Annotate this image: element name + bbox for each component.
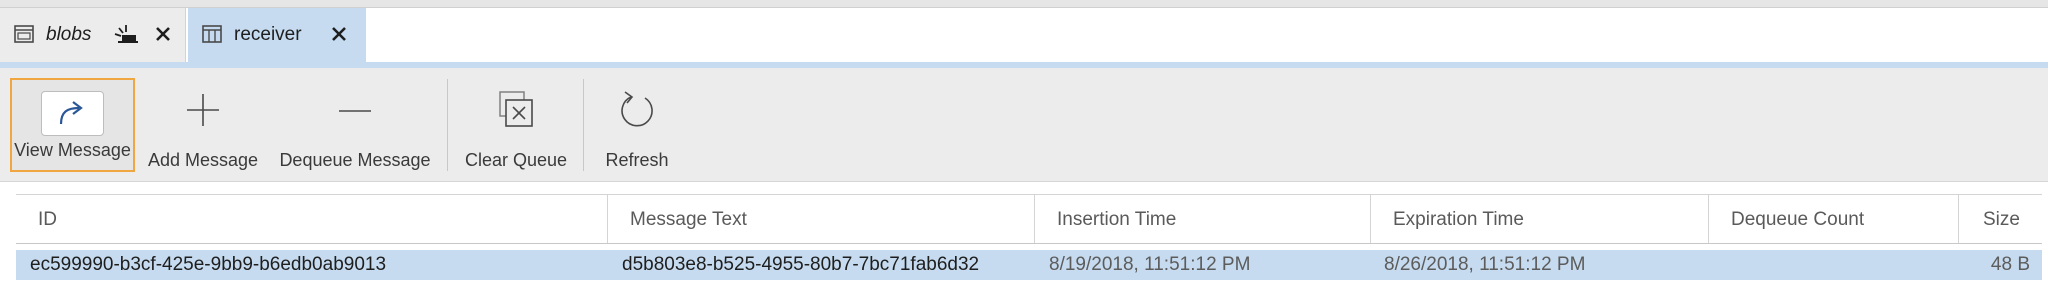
column-header-expiration-time[interactable]: Expiration Time: [1371, 195, 1709, 243]
tab-receiver[interactable]: receiver: [188, 8, 366, 63]
refresh-icon: [621, 91, 653, 127]
column-header-insertion-time[interactable]: Insertion Time: [1035, 195, 1371, 243]
tab-strip: blobs receiver: [0, 8, 2048, 63]
cell-size: 48 B: [1990, 254, 2030, 275]
minus-icon: [339, 110, 371, 112]
toolbar-separator: [583, 79, 584, 171]
redirect-arrow-icon: [59, 101, 83, 125]
refresh-button[interactable]: Refresh: [596, 78, 678, 172]
column-header-id[interactable]: ID: [16, 195, 608, 243]
table-icon: [202, 25, 222, 43]
add-message-label: Add Message: [147, 150, 259, 170]
column-header-dequeue-count[interactable]: Dequeue Count: [1709, 195, 1959, 243]
toolbar: View Message Add Message Dequeue Message…: [0, 68, 2048, 182]
view-message-label: View Message: [14, 140, 131, 160]
clear-queue-icon: [499, 91, 533, 127]
view-message-button[interactable]: View Message: [10, 78, 135, 172]
plus-icon: [187, 94, 219, 126]
column-header-message-text[interactable]: Message Text: [608, 195, 1035, 243]
dequeue-message-label: Dequeue Message: [279, 150, 431, 170]
table-row[interactable]: ec599990-b3cf-425e-9bb9-b6edb0ab9013 d5b…: [16, 250, 2042, 280]
close-icon[interactable]: [329, 24, 349, 44]
messages-table: ID Message Text Insertion Time Expiratio…: [16, 194, 2042, 280]
refresh-label: Refresh: [605, 150, 669, 170]
column-header-size[interactable]: Size: [1959, 195, 2042, 243]
clear-queue-label: Clear Queue: [464, 150, 568, 170]
tab-label: receiver: [234, 24, 302, 45]
tab-label: blobs: [46, 24, 92, 45]
table-header: ID Message Text Insertion Time Expiratio…: [16, 194, 2042, 244]
pin-icon[interactable]: [113, 24, 141, 46]
cell-insertion-time: 8/19/2018, 11:51:12 PM: [1049, 254, 1251, 275]
cell-expiration-time: 8/26/2018, 11:51:12 PM: [1384, 254, 1586, 275]
window-top-border: [0, 0, 2048, 8]
toolbar-separator: [447, 79, 448, 171]
clear-queue-button[interactable]: Clear Queue: [460, 78, 572, 172]
window-icon: [14, 25, 34, 43]
cell-id: ec599990-b3cf-425e-9bb9-b6edb0ab9013: [30, 254, 387, 275]
tab-blobs[interactable]: blobs: [0, 8, 186, 63]
cell-message-text: d5b803e8-b525-4955-80b7-7bc71fab6d32: [622, 254, 980, 275]
add-message-button[interactable]: Add Message: [146, 78, 260, 172]
dequeue-message-button[interactable]: Dequeue Message: [276, 78, 434, 172]
close-icon[interactable]: [153, 24, 173, 44]
